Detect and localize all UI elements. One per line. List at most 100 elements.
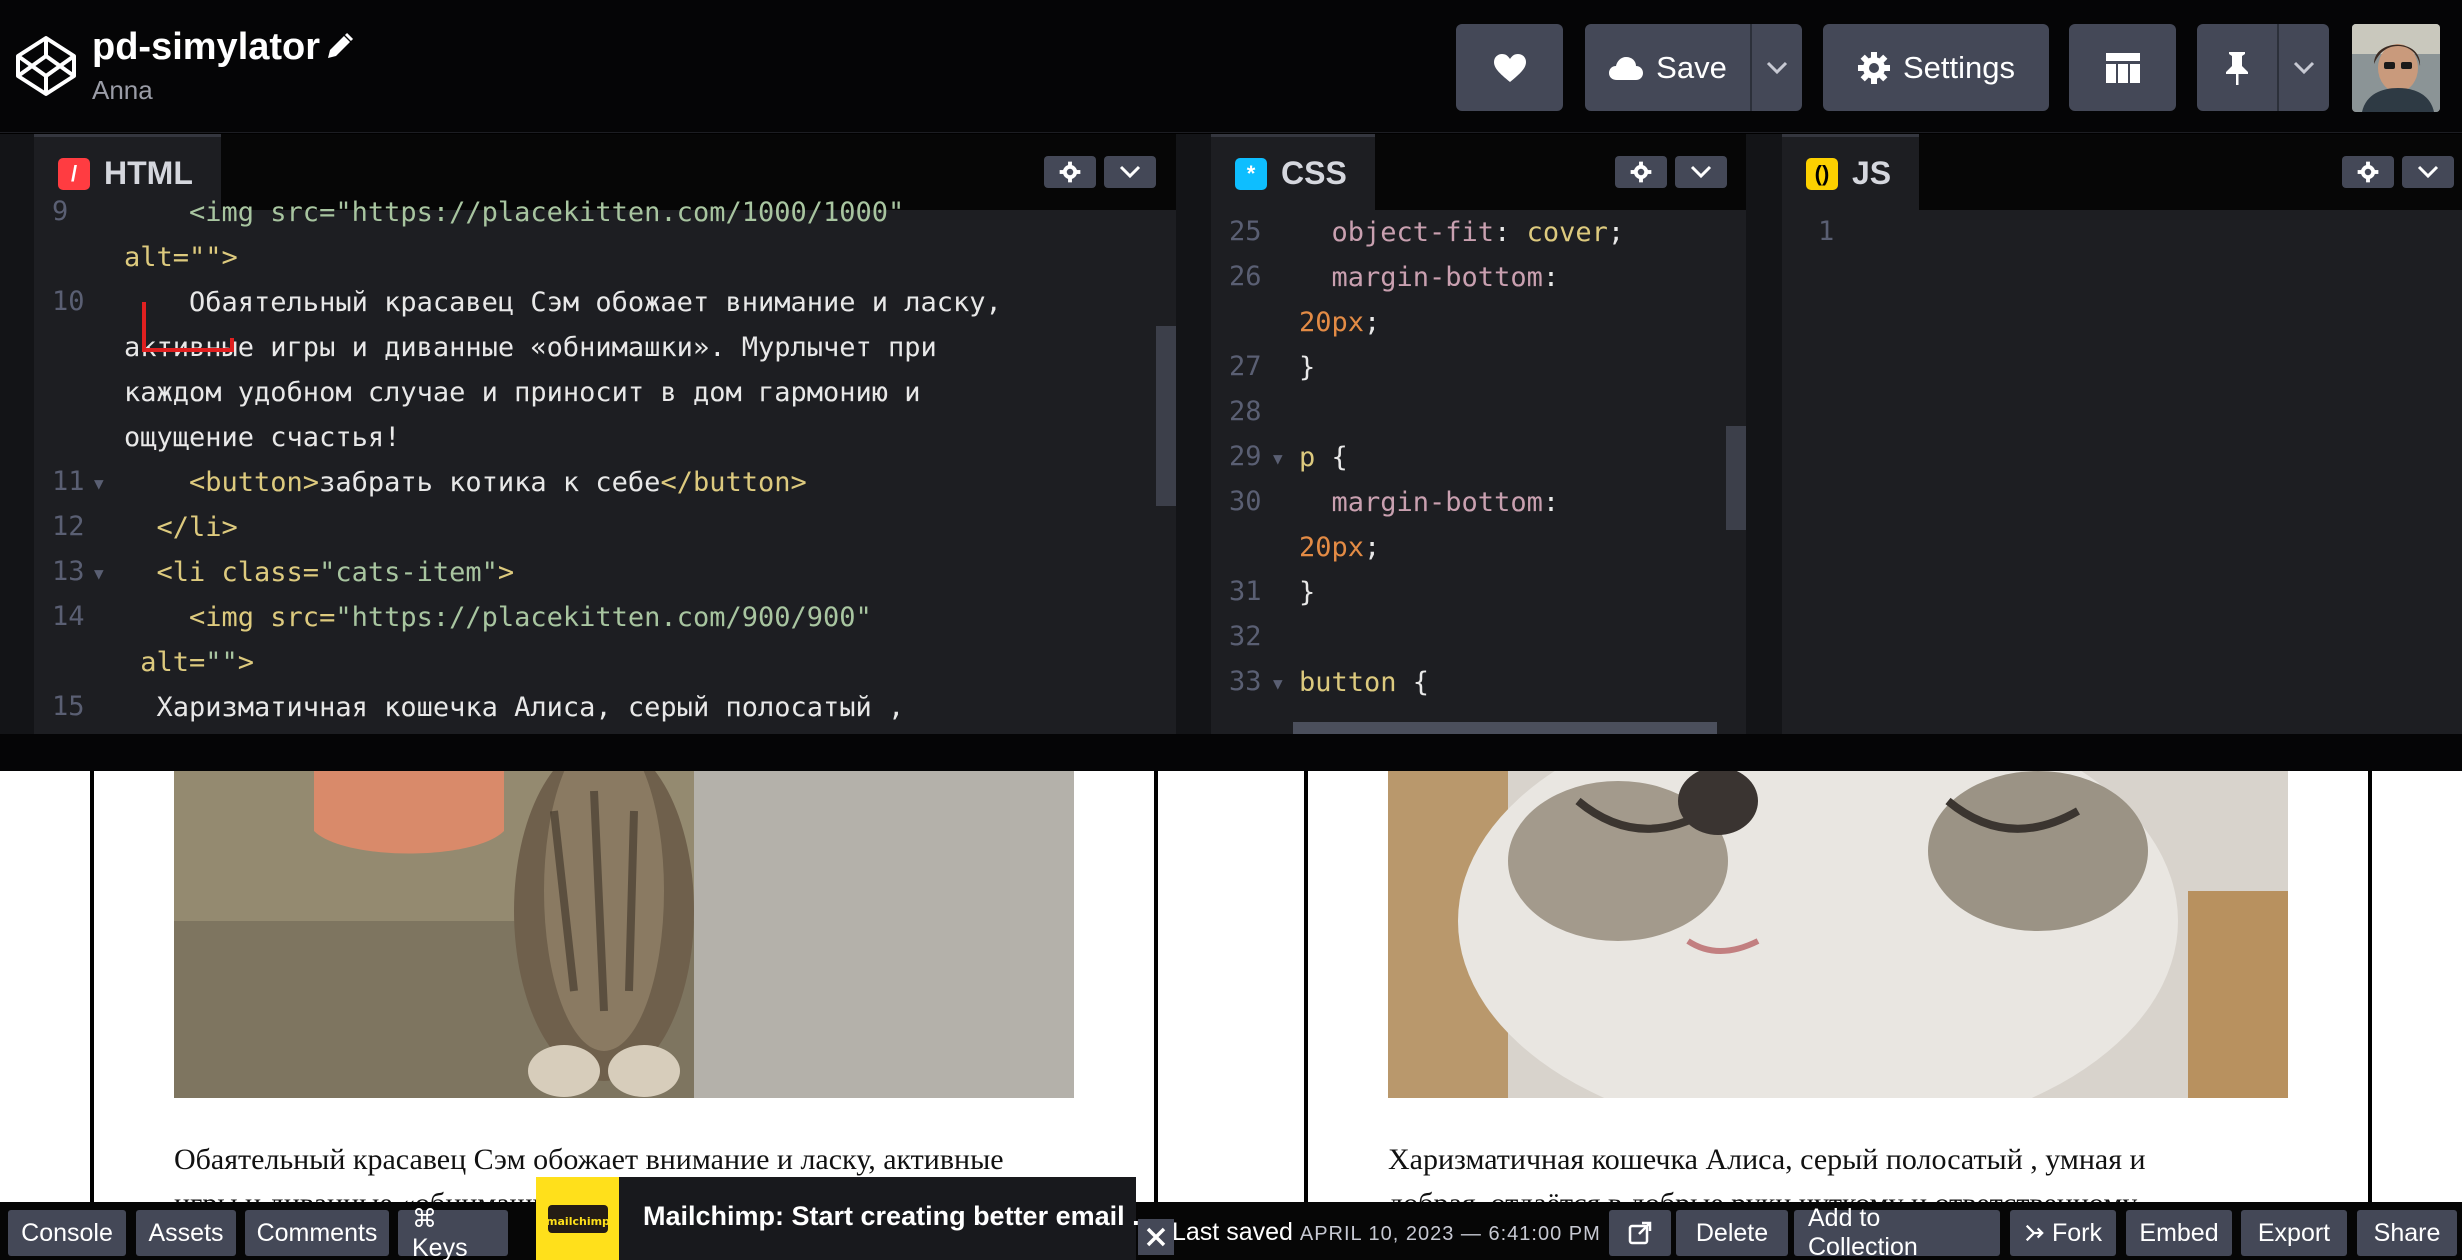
code-line: активные игры и диванные «обнимашки». Му… xyxy=(124,332,937,363)
js-editor[interactable]: () JS 1 xyxy=(1782,134,2462,734)
open-in-new-window-button[interactable] xyxy=(1609,1210,1671,1256)
keys-button[interactable]: ⌘ Keys xyxy=(398,1205,508,1260)
line-number: 31 xyxy=(1229,576,1262,607)
settings-button[interactable]: Settings xyxy=(1823,24,2049,111)
editors-panel: / HTML 9 <img src="https://placekitten.c… xyxy=(0,134,2462,734)
line-number: 28 xyxy=(1229,396,1262,427)
heart-icon xyxy=(1493,53,1526,82)
tab-css-label: CSS xyxy=(1281,155,1347,191)
fold-toggle-icon[interactable]: ▼ xyxy=(1273,674,1283,693)
code-line: alt=""> xyxy=(124,647,255,678)
code-line: p { xyxy=(1299,442,1348,473)
line-number: 32 xyxy=(1229,621,1262,652)
last-saved-status: Last saved APRIL 10, 2023 — 6:41:00 PM xyxy=(1172,1218,1601,1247)
code-line: ощущение счастья! xyxy=(124,422,401,453)
svg-text:mailchimp: mailchimp xyxy=(546,1215,610,1228)
last-saved-label: Last saved xyxy=(1172,1218,1293,1246)
line-number: 12 xyxy=(52,511,85,542)
html-options-dropdown[interactable] xyxy=(1104,156,1156,188)
user-avatar[interactable] xyxy=(2352,24,2440,112)
code-line: Харизматичная кошечка Алиса, серый полос… xyxy=(124,692,905,723)
code-line: alt=""> xyxy=(124,242,238,273)
cat-description-line: Харизматичная кошечка Алиса, серый полос… xyxy=(1388,1143,2146,1176)
fold-toggle-icon[interactable]: ▼ xyxy=(94,564,104,583)
share-button[interactable]: Share xyxy=(2357,1210,2457,1256)
css-scrollbar[interactable] xyxy=(1726,426,1746,530)
preview-frame[interactable]: Обаятельный красавец Сэм обожает внимани… xyxy=(0,771,2462,1202)
save-button[interactable]: Save xyxy=(1585,24,1750,111)
css-badge-icon: * xyxy=(1235,157,1267,190)
code-line: 20px; xyxy=(1299,532,1381,563)
assets-button[interactable]: Assets xyxy=(136,1210,236,1256)
console-button[interactable]: Console xyxy=(8,1210,126,1256)
line-number: 27 xyxy=(1229,351,1262,382)
code-line: object-fit: cover; xyxy=(1299,217,1625,248)
cat-description-line: Обаятельный красавец Сэм обожает внимани… xyxy=(174,1143,1004,1176)
gear-icon xyxy=(1059,161,1081,183)
cat-description-line: добрая, отдаётся в добрые руки чуткому и… xyxy=(1388,1182,2146,1202)
cloud-icon xyxy=(1609,56,1644,80)
pencil-icon[interactable] xyxy=(322,30,356,64)
code-line: <img src="https://placekitten.com/1000/1… xyxy=(124,197,905,228)
cat-image xyxy=(174,771,1074,1098)
embed-button[interactable]: Embed xyxy=(2126,1210,2232,1256)
pin-options-dropdown[interactable] xyxy=(2277,24,2329,111)
tab-html-label: HTML xyxy=(104,155,193,191)
pen-title[interactable]: pd-simylator xyxy=(92,26,320,69)
add-to-collection-button[interactable]: Add to Collection xyxy=(1794,1204,2000,1260)
code-line: </li> xyxy=(124,512,238,543)
chevron-down-icon xyxy=(2417,165,2439,179)
line-number: 9 xyxy=(52,196,69,227)
css-code-area[interactable]: 25 object-fit: cover; 26 margin-bottom: 20… xyxy=(1211,210,1746,734)
line-number: 33 xyxy=(1229,666,1262,697)
gear-icon xyxy=(1630,161,1652,183)
export-button[interactable]: Export xyxy=(2241,1210,2347,1256)
codepen-logo-icon[interactable] xyxy=(14,34,78,98)
fork-button[interactable]: Fork xyxy=(2010,1210,2116,1256)
html-scrollbar[interactable] xyxy=(1156,326,1176,506)
code-line: <li class="cats-item"> xyxy=(124,557,515,588)
delete-button[interactable]: Delete xyxy=(1676,1210,1788,1256)
editor-resize-handle[interactable] xyxy=(0,734,2462,771)
tab-css[interactable]: * CSS xyxy=(1211,134,1375,210)
js-options-dropdown[interactable] xyxy=(2402,156,2454,188)
html-badge-icon: / xyxy=(58,157,90,190)
pin-button[interactable] xyxy=(2197,24,2277,111)
pen-author[interactable]: Anna xyxy=(92,75,153,106)
js-code-area[interactable]: 1 xyxy=(1782,210,2462,734)
code-line: } xyxy=(1299,352,1316,383)
chevron-down-icon xyxy=(2293,61,2315,74)
chevron-down-icon xyxy=(1766,61,1788,74)
html-editor[interactable]: / HTML 9 <img src="https://placekitten.c… xyxy=(34,134,1176,734)
fork-icon xyxy=(2025,1224,2044,1242)
cat-description: Харизматичная кошечка Алиса, серый полос… xyxy=(1388,1138,2146,1202)
css-options-dropdown[interactable] xyxy=(1675,156,1727,188)
fold-toggle-icon[interactable]: ▼ xyxy=(1273,449,1283,468)
change-view-button[interactable] xyxy=(2069,24,2176,111)
fold-toggle-icon[interactable]: ▼ xyxy=(94,474,104,493)
js-settings-button[interactable] xyxy=(2342,156,2394,188)
code-line: 20px; xyxy=(1299,307,1381,338)
tab-js-label: JS xyxy=(1852,155,1892,191)
close-ad-icon[interactable] xyxy=(1138,1219,1174,1255)
html-settings-button[interactable] xyxy=(1044,156,1096,188)
last-saved-time: APRIL 10, 2023 — 6:41:00 PM xyxy=(1299,1223,1601,1245)
fork-label: Fork xyxy=(2052,1218,2102,1247)
comments-button[interactable]: Comments xyxy=(245,1210,389,1256)
html-code-area[interactable]: 9 <img src="https://placekitten.com/1000… xyxy=(34,196,1176,734)
line-number: 15 xyxy=(52,691,85,722)
mailchimp-ad-banner[interactable]: mailchimp Mailchimp: Start creating bett… xyxy=(536,1177,1155,1260)
js-badge-icon: () xyxy=(1806,157,1838,190)
cat-card: Харизматичная кошечка Алиса, серый полос… xyxy=(1304,771,2372,1202)
line-number: 1 xyxy=(1818,216,1835,247)
line-number: 26 xyxy=(1229,261,1262,292)
tab-js[interactable]: () JS xyxy=(1782,134,1920,210)
like-button[interactable] xyxy=(1456,24,1563,111)
save-options-dropdown[interactable] xyxy=(1750,24,1802,111)
code-line: каждом удобном случае и приносит в дом г… xyxy=(124,377,921,408)
mailchimp-logo: mailchimp xyxy=(536,1177,619,1260)
css-editor[interactable]: * CSS 25 object-fit: cover; 26 margin-bot… xyxy=(1211,134,1746,734)
css-settings-button[interactable] xyxy=(1615,156,1667,188)
css-horizontal-scrollbar[interactable] xyxy=(1293,722,1717,734)
ad-text: Mailchimp: Start creating better email .… xyxy=(643,1201,1155,1231)
